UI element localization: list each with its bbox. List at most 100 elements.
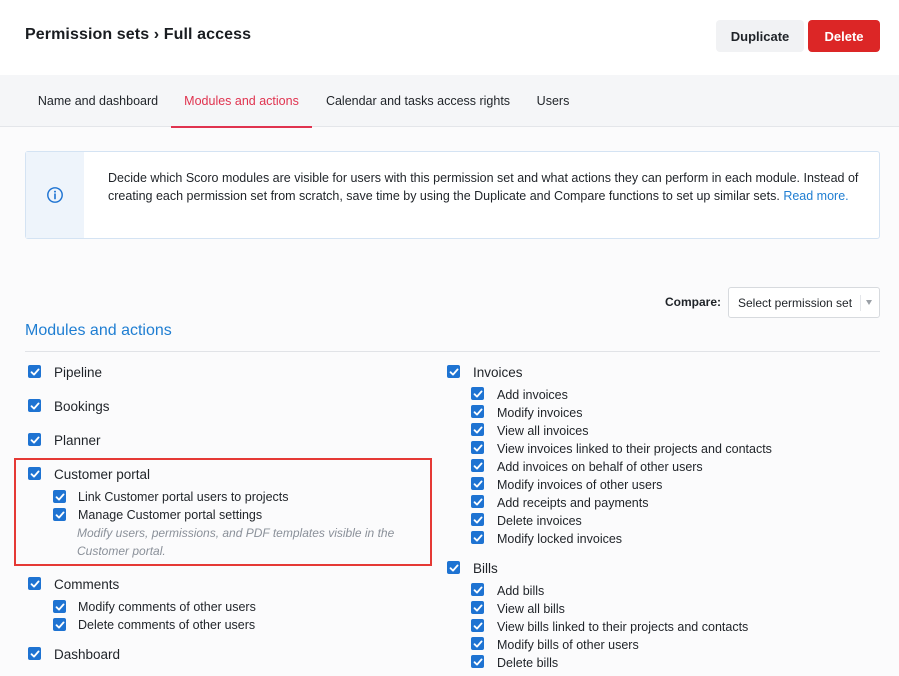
info-text: Decide which Scoro modules are visible f… xyxy=(108,169,868,205)
check-icon xyxy=(30,368,39,375)
info-description: Decide which Scoro modules are visible f… xyxy=(108,171,859,203)
invoices-checkbox[interactable] xyxy=(447,365,460,378)
invoice-action-checkbox[interactable] xyxy=(471,513,484,526)
compare-select-value: Select permission set xyxy=(738,295,853,310)
duplicate-button[interactable]: Duplicate xyxy=(716,20,804,52)
invoice-action-checkbox[interactable] xyxy=(471,477,484,490)
planner-label: Planner xyxy=(54,433,101,448)
check-icon xyxy=(473,586,482,593)
delete-button[interactable]: Delete xyxy=(808,20,880,52)
bills-label: Bills xyxy=(473,561,498,576)
check-icon xyxy=(55,511,64,518)
invoice-action-label: Add invoices on behalf of other users xyxy=(497,460,703,474)
bill-action-label: Modify bills of other users xyxy=(497,638,639,652)
check-icon xyxy=(449,564,458,571)
invoice-action-checkbox[interactable] xyxy=(471,531,484,544)
comments-checkbox[interactable] xyxy=(28,577,41,590)
bill-action-label: Delete bills xyxy=(497,656,559,670)
compare-select[interactable]: Select permission set xyxy=(728,287,880,318)
invoice-action-checkbox[interactable] xyxy=(471,459,484,472)
check-icon xyxy=(473,604,482,611)
check-icon xyxy=(473,516,482,523)
invoice-action-checkbox[interactable] xyxy=(471,423,484,436)
check-icon xyxy=(473,534,482,541)
pipeline-label: Pipeline xyxy=(54,365,103,380)
check-icon xyxy=(30,470,39,477)
section-divider xyxy=(25,351,880,352)
check-icon xyxy=(473,408,482,415)
bill-action-checkbox[interactable] xyxy=(471,601,484,614)
check-icon xyxy=(473,622,482,629)
invoice-action-label: Delete invoices xyxy=(497,514,582,528)
tab-users[interactable]: Users xyxy=(524,75,582,127)
invoice-action-label: Add receipts and payments xyxy=(497,496,649,510)
check-icon xyxy=(473,640,482,647)
bill-action-label: View bills linked to their projects and … xyxy=(497,620,749,634)
check-icon xyxy=(473,426,482,433)
invoice-action-checkbox[interactable] xyxy=(471,405,484,418)
chevron-down-icon xyxy=(866,300,872,305)
check-icon xyxy=(449,368,458,375)
pipeline-checkbox[interactable] xyxy=(28,365,41,378)
bill-action-checkbox[interactable] xyxy=(471,637,484,650)
dashboard-checkbox[interactable] xyxy=(28,647,41,660)
tab-modules-and-actions[interactable]: Modules and actions xyxy=(171,75,312,128)
planner-checkbox[interactable] xyxy=(28,433,41,446)
check-icon xyxy=(473,444,482,451)
check-icon xyxy=(30,436,39,443)
tab-name-and-dashboard[interactable]: Name and dashboard xyxy=(25,75,171,127)
manage-portal-settings-label: Manage Customer portal settings xyxy=(78,508,263,522)
invoice-action-label: Add invoices xyxy=(497,388,568,402)
bookings-label: Bookings xyxy=(54,399,110,414)
tab-calendar-and-tasks[interactable]: Calendar and tasks access rights xyxy=(312,75,524,127)
customer-portal-label: Customer portal xyxy=(54,467,151,482)
invoice-action-label: View all invoices xyxy=(497,424,589,438)
page-header: Permission sets › Full access Duplicate … xyxy=(0,0,899,75)
invoice-action-label: View invoices linked to their projects a… xyxy=(497,442,772,456)
bill-action-checkbox[interactable] xyxy=(471,655,484,668)
bill-action-checkbox[interactable] xyxy=(471,619,484,632)
select-divider xyxy=(860,295,861,311)
modify-comments-checkbox[interactable] xyxy=(53,600,66,613)
check-icon xyxy=(55,493,64,500)
compare-label: Compare: xyxy=(665,295,722,309)
delete-comments-label: Delete comments of other users xyxy=(78,618,256,632)
check-icon xyxy=(473,498,482,505)
link-portal-users-checkbox[interactable] xyxy=(53,490,66,503)
check-icon xyxy=(473,390,482,397)
bill-action-checkbox[interactable] xyxy=(471,583,484,596)
delete-comments-checkbox[interactable] xyxy=(53,618,66,631)
bookings-checkbox[interactable] xyxy=(28,399,41,412)
check-icon xyxy=(55,621,64,628)
link-portal-users-label: Link Customer portal users to projects xyxy=(78,490,289,504)
bill-action-label: Add bills xyxy=(497,584,545,598)
check-icon xyxy=(30,402,39,409)
read-more-link[interactable]: Read more. xyxy=(783,189,848,203)
invoice-action-label: Modify locked invoices xyxy=(497,532,623,546)
bill-action-label: View all bills xyxy=(497,602,565,616)
comments-label: Comments xyxy=(54,577,120,592)
modify-comments-label: Modify comments of other users xyxy=(78,600,256,614)
dashboard-label: Dashboard xyxy=(54,647,121,662)
check-icon xyxy=(473,658,482,665)
check-icon xyxy=(473,462,482,469)
page-title: Permission sets › Full access xyxy=(25,26,252,43)
manage-portal-settings-checkbox[interactable] xyxy=(53,508,66,521)
check-icon xyxy=(30,650,39,657)
customer-portal-checkbox[interactable] xyxy=(28,467,41,480)
info-banner: Decide which Scoro modules are visible f… xyxy=(25,151,880,239)
section-title: Modules and actions xyxy=(25,322,172,339)
bills-checkbox[interactable] xyxy=(447,561,460,574)
invoice-action-checkbox[interactable] xyxy=(471,441,484,454)
check-icon xyxy=(30,580,39,587)
invoice-action-checkbox[interactable] xyxy=(471,387,484,400)
portal-settings-description: Modify users, permissions, and PDF templ… xyxy=(77,526,395,558)
check-icon xyxy=(473,480,482,487)
invoices-label: Invoices xyxy=(473,365,523,380)
check-icon xyxy=(55,603,64,610)
invoice-action-label: Modify invoices of other users xyxy=(497,478,663,492)
info-icon-panel xyxy=(26,152,84,238)
info-icon xyxy=(47,187,63,203)
invoice-action-checkbox[interactable] xyxy=(471,495,484,508)
invoice-action-label: Modify invoices xyxy=(497,406,583,420)
